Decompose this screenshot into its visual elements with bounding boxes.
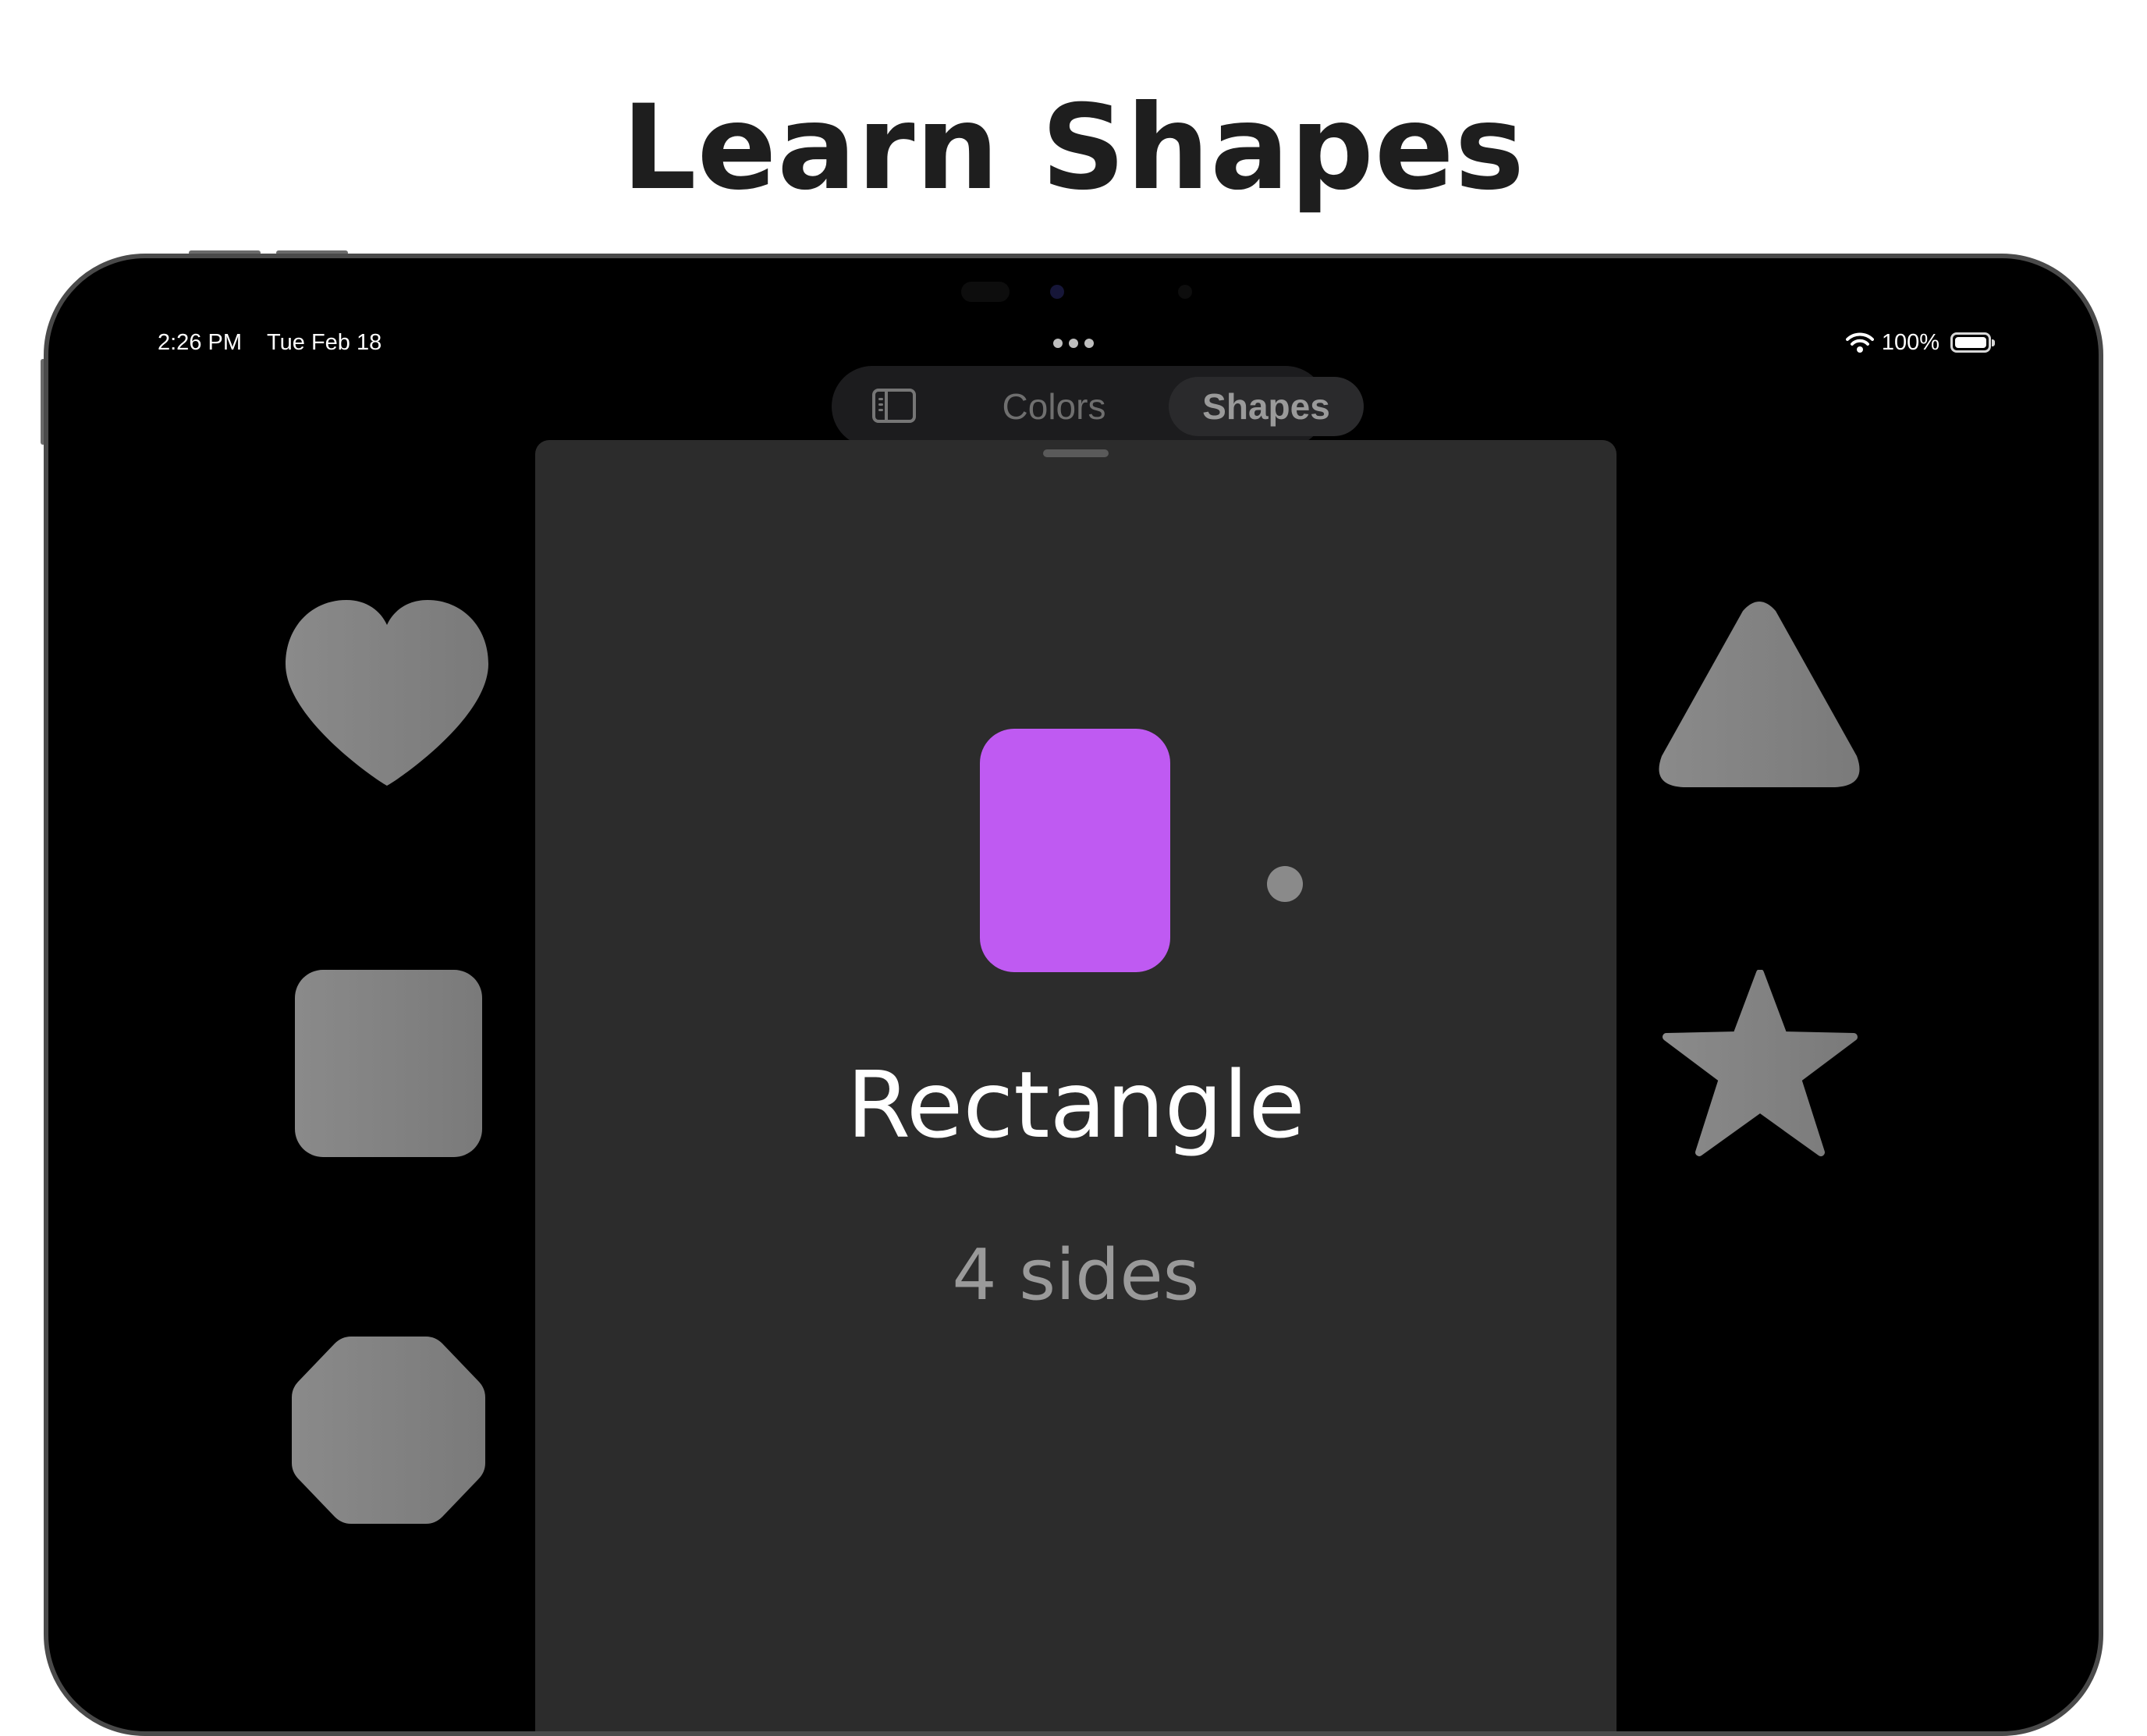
tab-colors[interactable]: Colors xyxy=(972,377,1136,436)
sidebar-toggle-icon[interactable] xyxy=(872,389,916,423)
rectangle-shape[interactable] xyxy=(980,729,1170,972)
sheet-grabber[interactable] xyxy=(1043,449,1109,457)
shape-detail-sheet: Rectangle 4 sides xyxy=(535,440,1616,1731)
triangle-icon[interactable] xyxy=(1657,600,1861,789)
front-camera xyxy=(1050,285,1064,299)
heart-icon[interactable] xyxy=(286,600,488,792)
status-time: 2:26 PM xyxy=(158,330,242,355)
status-indicators: 100% xyxy=(1845,327,1995,358)
tab-shapes[interactable]: Shapes xyxy=(1169,377,1364,436)
square-icon[interactable] xyxy=(295,970,482,1157)
status-date: Tue Feb 18 xyxy=(267,330,382,355)
tab-bar: Colors Shapes xyxy=(832,366,1364,447)
shape-name: Rectangle xyxy=(846,1051,1305,1159)
battery-percentage: 100% xyxy=(1881,329,1939,355)
headline: Learn Shapes xyxy=(622,80,1525,216)
battery-icon xyxy=(1950,332,1995,353)
star-icon[interactable] xyxy=(1660,970,1860,1160)
wifi-icon xyxy=(1845,332,1874,353)
tablet-frame: 2:26 PM Tue Feb 18 100% Colors Shapes Re… xyxy=(44,254,2103,1736)
shape-sides: 4 sides xyxy=(952,1234,1200,1316)
page-indicator-dot[interactable] xyxy=(1267,866,1303,902)
camera-housing xyxy=(922,279,1219,305)
octagon-icon[interactable] xyxy=(292,1337,485,1524)
multitasking-dots-icon[interactable] xyxy=(1053,339,1097,350)
